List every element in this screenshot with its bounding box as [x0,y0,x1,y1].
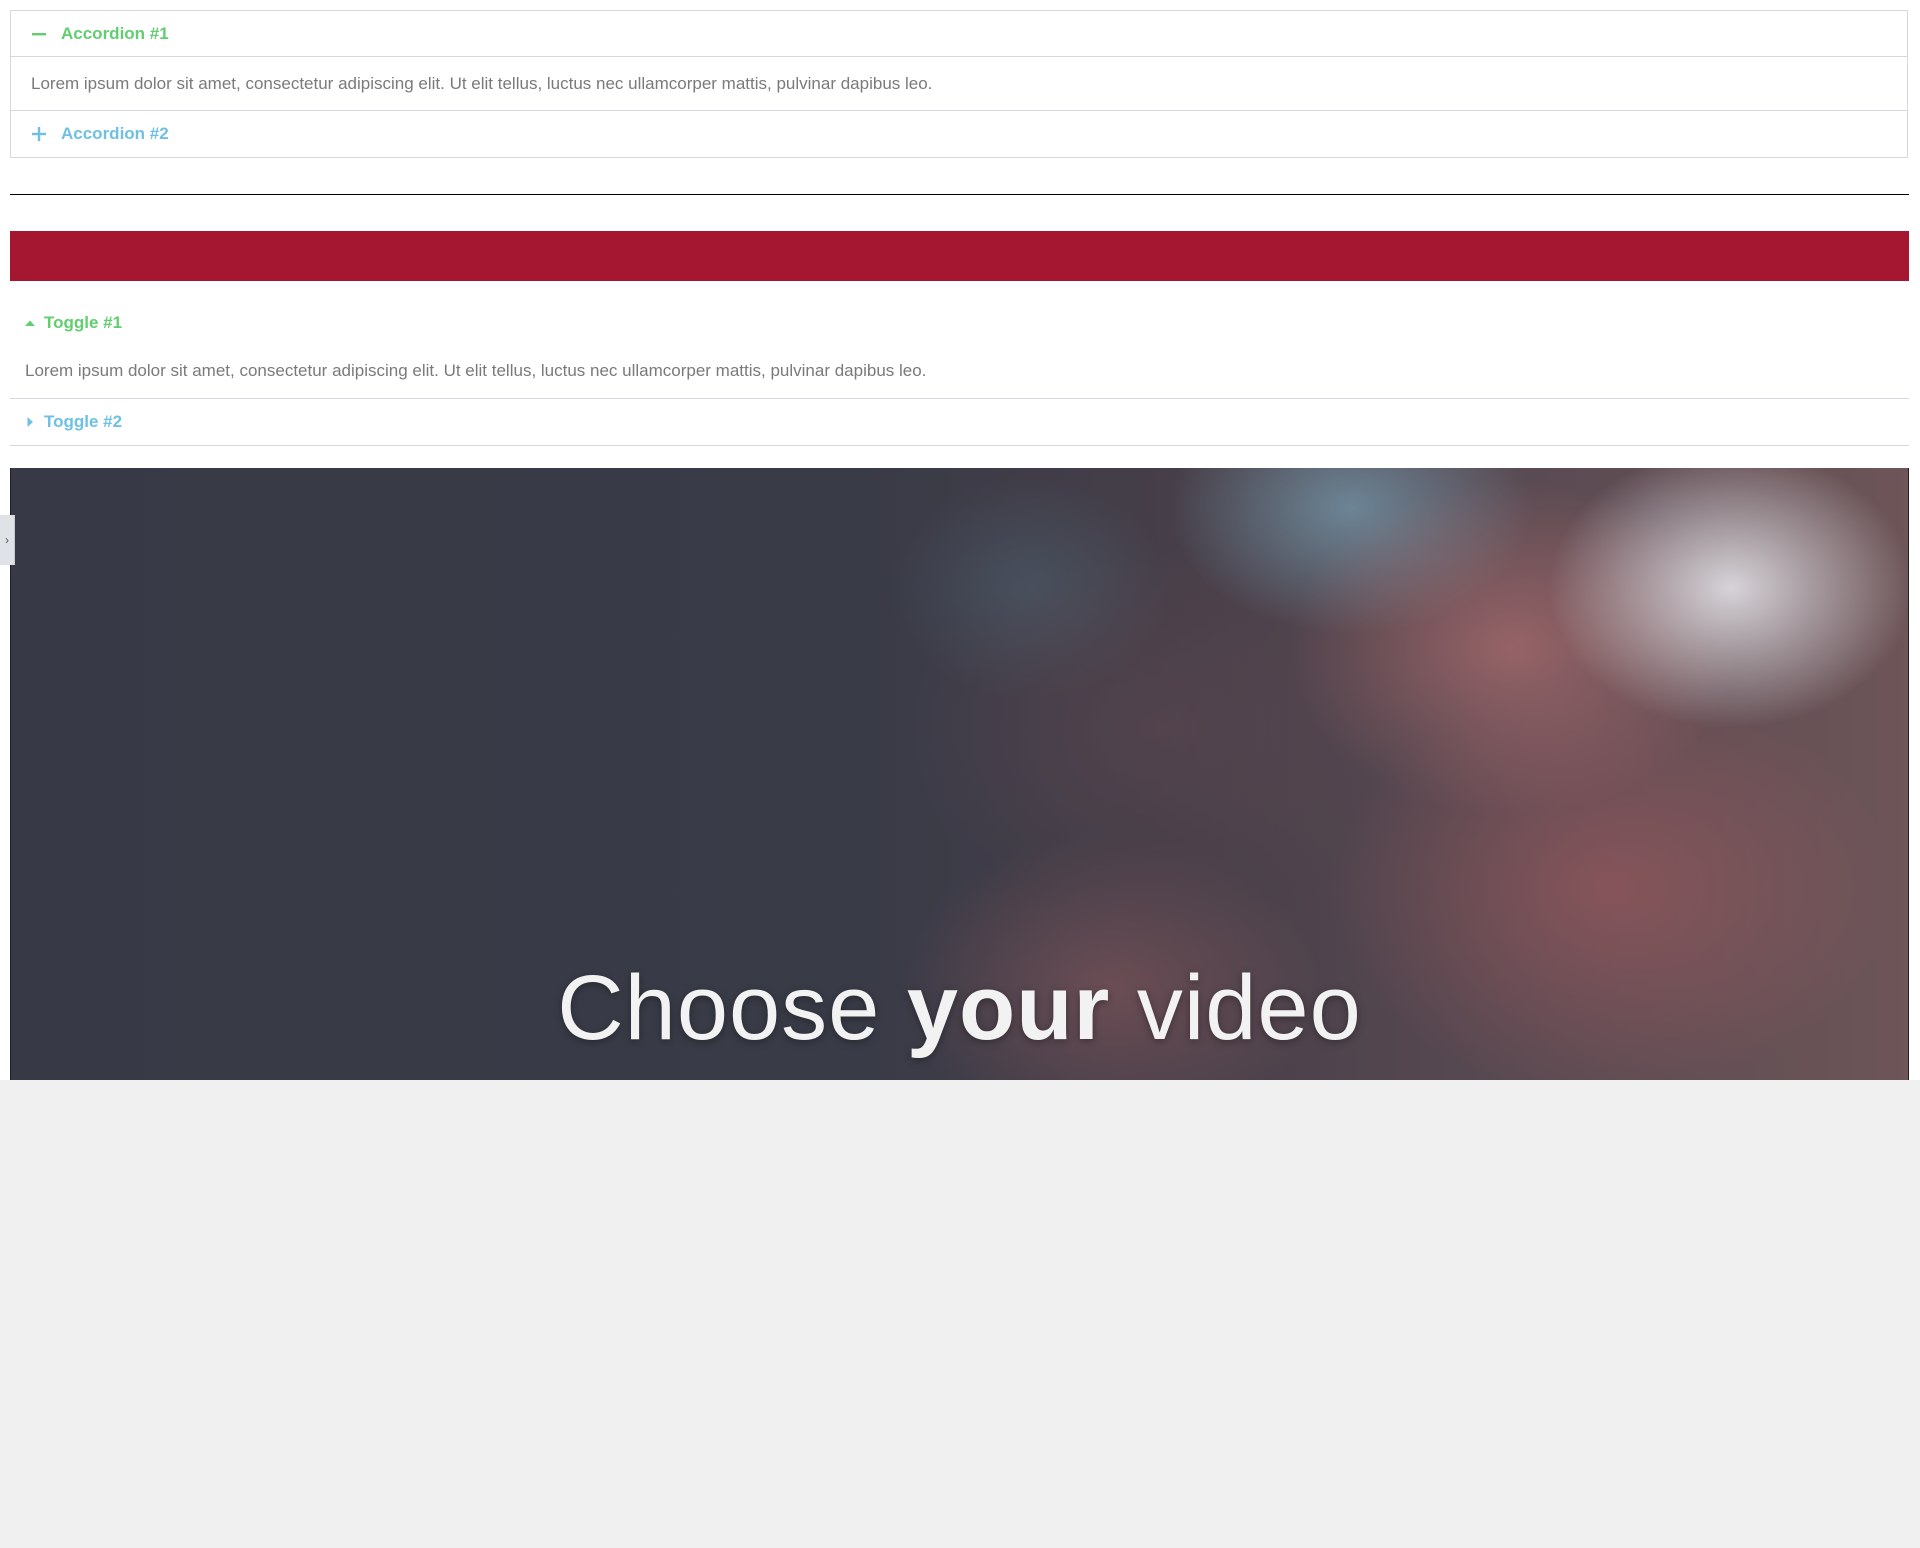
accordion-item-1-label: Accordion #1 [61,23,169,43]
toggle-item-1-label: Toggle #1 [44,313,123,332]
red-banner [10,231,1909,281]
accordion-item-1-content: Lorem ipsum dolor sit amet, consectetur … [11,57,1907,111]
chevron-right-icon: › [5,533,9,547]
page: Accordion #1 Lorem ipsum dolor sit amet,… [0,0,1920,1080]
video-caption: Choose your video [11,956,1908,1061]
minus-icon [31,26,47,42]
caption-text-post: video [1110,957,1362,1059]
toggle: Toggle #1 Lorem ipsum dolor sit amet, co… [10,302,1909,446]
accordion-item-2-label: Accordion #2 [61,124,169,143]
toggle-item-2-label: Toggle #2 [44,412,123,431]
toggle-item-1-title[interactable]: Toggle #1 [10,302,1909,344]
toggle-item-1-content: Lorem ipsum dolor sit amet, consectetur … [10,344,1909,399]
toggle-item-2-title[interactable]: Toggle #2 [10,399,1909,446]
caret-right-icon [24,416,36,428]
side-panel-toggle[interactable]: › [0,515,15,565]
plus-icon [31,126,47,142]
accordion-item-1-title[interactable]: Accordion #1 [11,11,1907,57]
divider [10,194,1909,195]
caption-text-bold: your [906,957,1111,1059]
caption-text-pre: Choose [557,957,907,1059]
accordion: Accordion #1 Lorem ipsum dolor sit amet,… [10,10,1908,158]
video-player[interactable]: Choose your video [10,468,1909,1080]
accordion-item-2-title[interactable]: Accordion #2 [11,111,1907,157]
caret-up-icon [24,317,36,329]
